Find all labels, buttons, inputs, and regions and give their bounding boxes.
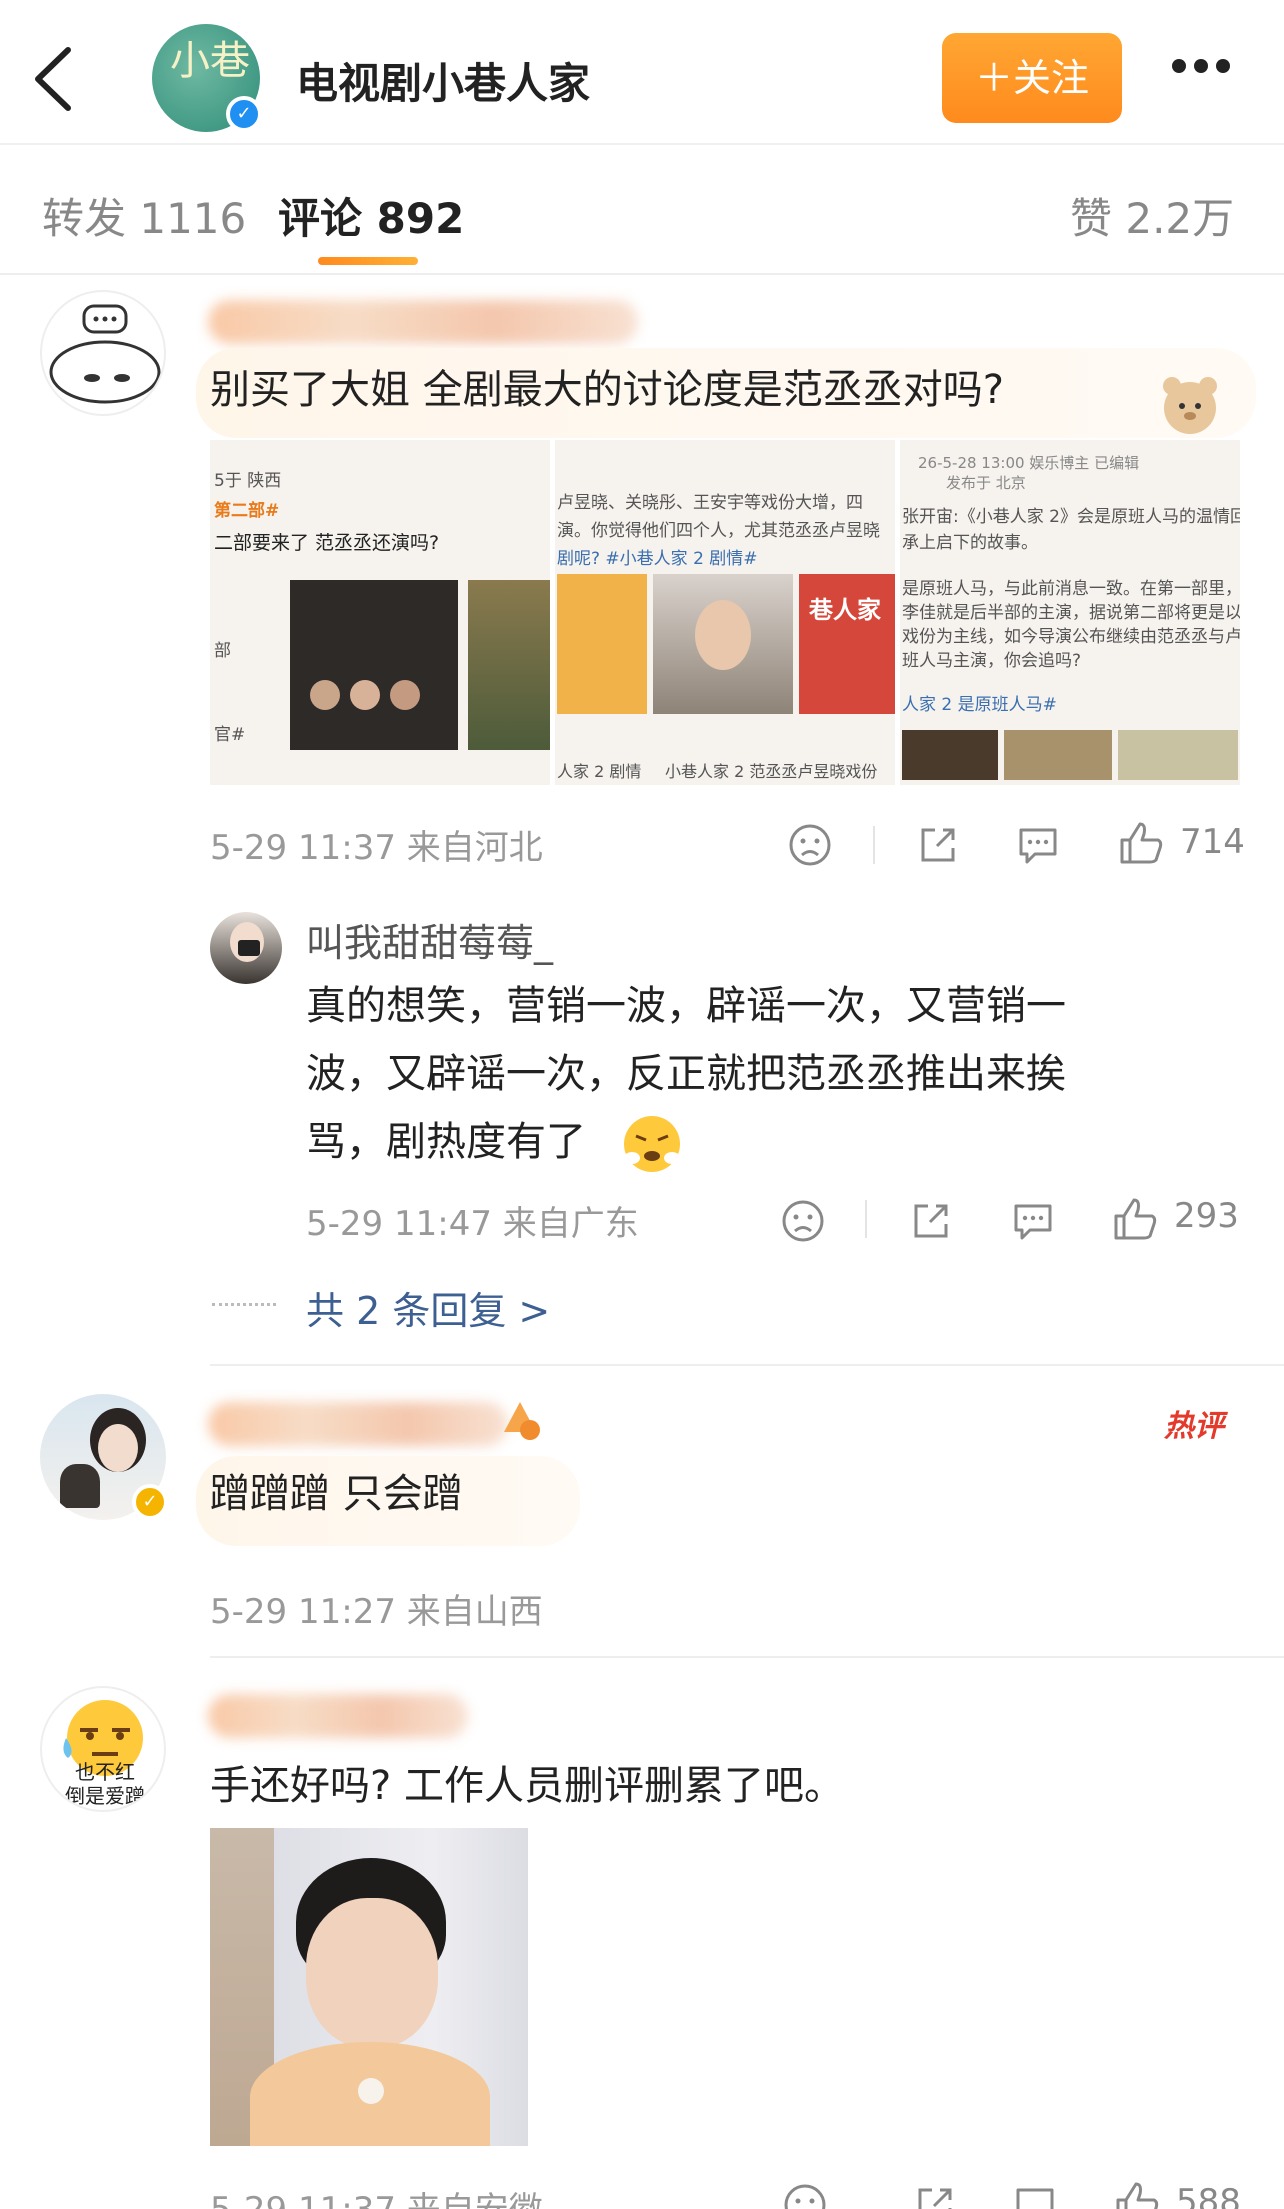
image-text: 5于 陕西 — [214, 471, 282, 491]
like-count: 588 — [1176, 2182, 1241, 2209]
fan-level-badge-icon — [504, 1402, 540, 1440]
comment-meta: 5-29 11:27 来自山西 — [210, 1592, 543, 1632]
reply-meta: 5-29 11:47 来自广东 — [306, 1204, 639, 1244]
reply-avatar[interactable] — [210, 912, 282, 984]
thumbnail-image — [902, 730, 998, 780]
more-replies-link[interactable]: 共 2 条回复 > — [306, 1280, 550, 1335]
username-blurred[interactable] — [208, 300, 638, 344]
image-text: 第二部# — [214, 501, 280, 521]
avatar-caption: 也不红 — [75, 1760, 135, 1784]
image-text: 26-5-28 13:00 娱乐博主 已编辑 — [918, 454, 1140, 472]
verified-icon: ✓ — [226, 96, 262, 132]
tab-bar: 转发 1116 评论 892 赞 2.2万 — [0, 147, 1284, 275]
image-text: 李佳就是后半部的主演，据说第二部将更是以 — [902, 603, 1240, 623]
comment-meta: 5-29 11:37 来自安徽 — [210, 2182, 543, 2209]
tab-comments[interactable]: 评论 892 — [278, 185, 464, 246]
image-text: 承上启下的故事。 — [902, 533, 1038, 553]
back-arrow-icon[interactable] — [28, 44, 82, 114]
avatar-caption: 倒是爱蹭 — [65, 1784, 145, 1808]
follow-button[interactable]: ＋关注 — [942, 33, 1122, 123]
username-blurred[interactable] — [208, 1402, 508, 1446]
image-text: 官# — [214, 725, 246, 745]
comment-image[interactable] — [210, 1828, 528, 2146]
verified-icon: ✓ — [132, 1484, 168, 1520]
username-blurred[interactable] — [208, 1694, 468, 1738]
image-text: 巷人家 — [809, 596, 881, 624]
image-text: 发布于 北京 — [946, 474, 1026, 492]
dislike-icon[interactable] — [787, 822, 833, 868]
like-icon[interactable] — [1114, 2180, 1160, 2209]
poster-image — [290, 580, 458, 750]
commenter-avatar[interactable]: 也不红 倒是爱蹭 — [40, 1686, 166, 1812]
replies-dots — [212, 1303, 276, 1306]
reply-text-line-3: 骂，剧热度有了 — [306, 1119, 586, 1165]
image-text: 剧呢? #小巷人家 2 剧情# — [557, 549, 758, 569]
image-text: 部 — [214, 641, 231, 661]
tab-reposts[interactable]: 转发 1116 — [42, 185, 246, 246]
image-text: 戏份为主线，如今导演公布继续由范丞丞与卢 — [902, 627, 1240, 647]
comment-icon[interactable] — [1010, 1198, 1056, 1244]
reply-username[interactable]: 叫我甜甜莓莓_ — [306, 912, 553, 967]
image-text: 是原班人马，与此前消息一致。在第一部里， — [902, 579, 1240, 599]
huff-emoji-icon — [624, 1116, 680, 1172]
share-icon[interactable] — [915, 822, 961, 868]
dislike-icon[interactable] — [782, 2182, 828, 2209]
bear-sticker-icon — [1163, 377, 1217, 434]
image-text: 人家 2 是原班人马# — [902, 695, 1057, 715]
active-tab-indicator — [318, 257, 418, 265]
reply-text-line-2: 波，又辟谣一次，反正就把范丞丞推出来挨 — [306, 1051, 1066, 1097]
avatar-logo-text: 小巷 — [170, 38, 250, 84]
divider — [210, 1364, 1284, 1366]
like-count: 293 — [1174, 1196, 1239, 1236]
image-text: 张开宙:《小巷人家 2》会是原班人马的温情回 — [902, 507, 1240, 527]
reply-text-line-1: 真的想笑，营销一波，辟谣一次，又营销一 — [306, 983, 1066, 1029]
image-text: 小巷人家 2 范丞丞卢昱晓戏份 — [665, 762, 878, 781]
poster-image — [557, 574, 647, 714]
image-text: 二部要来了 范丞丞还演吗? — [214, 532, 440, 554]
hot-comment-tag: 热评 — [1164, 1409, 1224, 1444]
share-icon[interactable] — [912, 2182, 958, 2209]
comment-icon[interactable] — [1015, 822, 1061, 868]
image-text: 演。你觉得他们四个人，尤其范丞丞卢昱晓 — [557, 521, 880, 541]
tab-likes[interactable]: 赞 2.2万 — [1070, 185, 1234, 246]
commenter-avatar[interactable] — [40, 290, 166, 416]
image-text: 人家 2 剧情 — [557, 762, 642, 781]
image-text: 卢昱晓、关晓彤、王安宇等戏份大增，四 — [557, 493, 863, 513]
more-icon[interactable] — [1172, 58, 1244, 98]
comment-image-3[interactable]: 26-5-28 13:00 娱乐博主 已编辑 发布于 北京 张开宙:《小巷人家 … — [900, 440, 1240, 785]
dislike-icon[interactable] — [780, 1198, 826, 1244]
account-title: 电视剧小巷人家 — [296, 59, 591, 108]
like-icon[interactable] — [1118, 820, 1164, 866]
cartoon-avatar-icon — [49, 304, 161, 404]
comment-text: 手还好吗? 工作人员删评删累了吧。 — [210, 1763, 844, 1809]
comment-image-2[interactable]: 卢昱晓、关晓彤、王安宇等戏份大增，四 演。你觉得他们四个人，尤其范丞丞卢昱晓 剧… — [555, 440, 895, 785]
image-text: 班人马主演，你会追吗? — [902, 651, 1082, 671]
thumbnail-image — [1118, 730, 1238, 780]
comment-text: 别买了大姐 全剧最大的讨论度是范丞丞对吗? — [210, 367, 1004, 413]
share-icon[interactable] — [908, 1198, 954, 1244]
comment-meta: 5-29 11:37 来自河北 — [210, 828, 543, 868]
separator — [873, 826, 875, 864]
top-bar: 小巷 ✓ 电视剧小巷人家 ＋关注 — [0, 0, 1284, 145]
thumbnail-image — [1004, 730, 1112, 780]
comment-icon[interactable] — [1012, 2182, 1058, 2209]
separator — [865, 1200, 867, 1238]
comment-image-1[interactable]: 5于 陕西 第二部# 二部要来了 范丞丞还演吗? 部 官# — [210, 440, 550, 785]
like-count: 714 — [1180, 822, 1245, 862]
like-icon[interactable] — [1112, 1196, 1158, 1242]
comment-text: 蹭蹭蹭 只会蹭 — [210, 1471, 463, 1517]
divider — [210, 1656, 1284, 1658]
photo-image — [468, 580, 550, 750]
